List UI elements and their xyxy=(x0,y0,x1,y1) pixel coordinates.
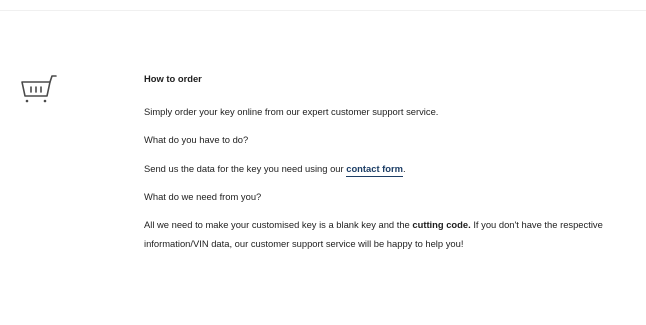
answer-paragraph: All we need to make your customised key … xyxy=(144,215,640,253)
send-data-prefix: Send us the data for the key you need us… xyxy=(144,163,347,174)
section-heading: How to order xyxy=(144,73,202,84)
intro-text: Simply order your key online from our ex… xyxy=(144,106,439,117)
top-divider xyxy=(0,10,646,11)
send-data-text: Send us the data for the key you need us… xyxy=(144,162,406,177)
contact-form-link[interactable]: contact form xyxy=(346,163,404,177)
cutting-code-text: cutting code. xyxy=(412,219,471,230)
send-data-suffix: . xyxy=(403,163,406,174)
answer-prefix: All we need to make your customised key … xyxy=(144,219,413,230)
question-what-we-need: What do we need from you? xyxy=(144,191,262,202)
shopping-cart-icon xyxy=(20,72,58,108)
question-what-to-do: What do you have to do? xyxy=(144,134,249,145)
